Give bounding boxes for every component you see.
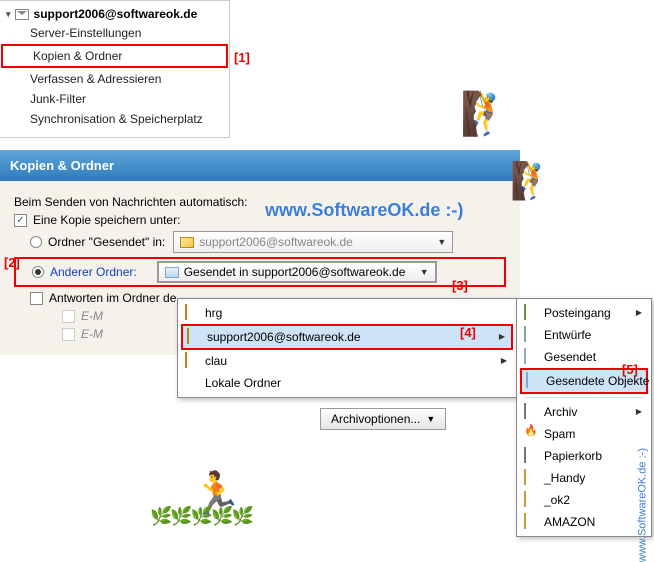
- folder-icon: [524, 469, 526, 485]
- spam-icon: [524, 426, 538, 440]
- sidebar-item-server[interactable]: Server-Einstellungen: [0, 23, 229, 43]
- inbox-icon: [524, 304, 526, 320]
- folder-icon: [524, 513, 526, 529]
- account-icon: [185, 352, 187, 368]
- folder-label: Papierkorb: [544, 449, 602, 463]
- sent-account-dropdown[interactable]: support2006@softwareok.de ▼: [173, 231, 453, 253]
- reply-folder-label: Antworten im Ordner de: [49, 291, 176, 305]
- folder-label: _Handy: [544, 471, 585, 485]
- collapse-arrow-icon[interactable]: ▾: [6, 9, 11, 20]
- submenu-label: support2006@softwareok.de: [207, 330, 361, 344]
- folder-item-handy[interactable]: _Handy: [520, 467, 648, 489]
- submenu-item-clau[interactable]: clau: [181, 350, 513, 372]
- folder-item-entwuerfe[interactable]: Entwürfe: [520, 324, 648, 346]
- folder-icon: [165, 267, 179, 278]
- chevron-down-icon: ▼: [420, 267, 429, 277]
- radio-other-folder[interactable]: [32, 266, 44, 278]
- sidebar-item-kopien[interactable]: Kopien & Ordner: [1, 44, 228, 68]
- archive-options-button[interactable]: Archivoptionen... ▼: [320, 408, 446, 430]
- archive-icon: [524, 403, 526, 419]
- sidebar-item-junk[interactable]: Junk-Filter: [0, 89, 229, 109]
- annotation-3: [3]: [452, 278, 468, 293]
- folder-item-archiv[interactable]: Archiv: [520, 401, 648, 423]
- save-copy-checkbox[interactable]: ✓: [14, 214, 27, 227]
- annotation-4: [4]: [460, 325, 476, 340]
- account-name: support2006@softwareok.de: [34, 7, 198, 21]
- sent-icon: [524, 348, 526, 364]
- annotation-1: [1]: [234, 50, 250, 65]
- radio-other-label: Anderer Ordner:: [50, 265, 137, 279]
- folder-label: Archiv: [544, 405, 577, 419]
- folder-item-spam[interactable]: Spam: [520, 423, 648, 445]
- other-folder-dropdown[interactable]: Gesendet in support2006@softwareok.de ▼: [157, 261, 437, 283]
- submenu-label: clau: [205, 354, 227, 368]
- folder-label: Spam: [544, 427, 575, 441]
- folder-label: Posteingang: [544, 306, 611, 320]
- folder-label: Gesendet: [544, 350, 596, 364]
- mail-icon: [15, 9, 29, 20]
- cc-checkbox[interactable]: [62, 328, 75, 341]
- reply-folder-checkbox[interactable]: [30, 292, 43, 305]
- account-icon: [180, 237, 194, 248]
- chevron-down-icon: ▼: [426, 414, 435, 424]
- sidebar-item-verfassen[interactable]: Verfassen & Adressieren: [0, 69, 229, 89]
- submenu-label: hrg: [205, 306, 222, 320]
- email-dim-2: E-M: [81, 327, 103, 341]
- sidebar-item-sync[interactable]: Synchronisation & Speicherplatz: [0, 109, 229, 129]
- submenu-item-hrg[interactable]: hrg: [181, 302, 513, 324]
- folder-label: _ok2: [544, 493, 570, 507]
- annotation-2: [2]: [4, 255, 20, 270]
- folder-item-papierkorb[interactable]: Papierkorb: [520, 445, 648, 467]
- submenu-item-lokale[interactable]: Lokale Ordner: [181, 372, 513, 394]
- account-header[interactable]: ▾ support2006@softwareok.de: [0, 5, 229, 23]
- panel-title: Kopien & Ordner: [0, 150, 520, 181]
- sent-account-value: support2006@softwareok.de: [199, 235, 353, 249]
- menu-separator: [524, 397, 644, 398]
- radio-sent-folder[interactable]: [30, 236, 42, 248]
- trash-icon: [524, 447, 526, 463]
- chevron-down-icon: ▼: [437, 237, 446, 247]
- email-dim-1: E-M: [81, 309, 103, 323]
- folder-icon: [526, 372, 528, 388]
- folder-item-amazon[interactable]: AMAZON: [520, 511, 648, 533]
- watermark-side: www.SoftwareOK.de :-): [636, 448, 648, 562]
- folder-icon: [524, 491, 526, 507]
- radio-sent-label: Ordner "Gesendet" in:: [48, 235, 165, 249]
- account-sidebar: ▾ support2006@softwareok.de Server-Einst…: [0, 0, 230, 138]
- folder-submenu: Posteingang Entwürfe Gesendet Gesendete …: [516, 298, 652, 537]
- draft-icon: [524, 326, 526, 342]
- archive-options-label: Archivoptionen...: [331, 412, 420, 426]
- submenu-label: Lokale Ordner: [205, 376, 281, 390]
- folder-label: AMAZON: [544, 515, 595, 529]
- folder-item-posteingang[interactable]: Posteingang: [520, 302, 648, 324]
- annotation-5: [5]: [622, 362, 638, 377]
- account-submenu: hrg support2006@softwareok.de clau Lokal…: [177, 298, 517, 398]
- folder-label: Entwürfe: [544, 328, 591, 342]
- intro-text: Beim Senden von Nachrichten automatisch:: [14, 195, 506, 209]
- account-icon: [187, 328, 189, 344]
- save-copy-label: Eine Kopie speichern unter:: [33, 213, 180, 227]
- other-folder-value: Gesendet in support2006@softwareok.de: [184, 265, 406, 279]
- account-icon: [185, 304, 187, 320]
- folder-item-ok2[interactable]: _ok2: [520, 489, 648, 511]
- bcc-checkbox[interactable]: [62, 310, 75, 323]
